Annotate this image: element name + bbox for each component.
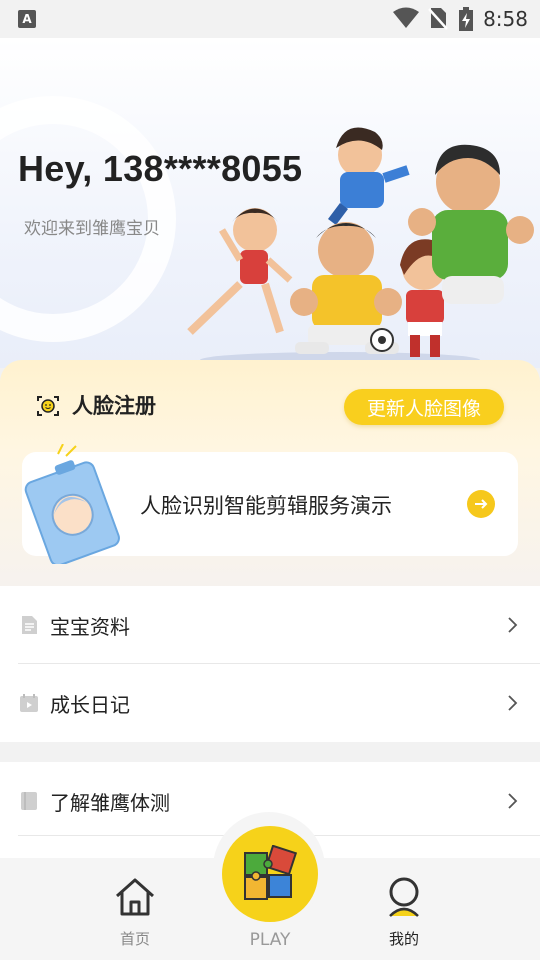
tab-home-label: 首页 xyxy=(119,930,150,948)
puzzle-icon xyxy=(244,845,298,900)
cartoon-athletes-illustration xyxy=(187,127,534,368)
menu-item-baby-profile[interactable]: 宝宝资料 xyxy=(0,586,540,664)
chevron-right-icon xyxy=(508,695,518,711)
arrow-right-circle-icon xyxy=(467,490,495,518)
user-icon xyxy=(389,877,419,917)
menu-group-baby: 宝宝资料 成长日记 xyxy=(0,586,540,742)
status-bar: A 8:58 xyxy=(0,0,540,38)
menu-label: 宝宝资料 xyxy=(50,614,130,639)
tab-home[interactable]: 首页 xyxy=(75,858,195,960)
battery-charging-icon xyxy=(459,7,473,31)
chevron-right-icon xyxy=(508,793,518,809)
chevron-right-icon xyxy=(508,617,518,633)
clock-time: 8:58 xyxy=(483,7,528,31)
update-face-image-button[interactable]: 更新人脸图像 xyxy=(344,389,504,425)
tab-mine-label: 我的 xyxy=(388,930,419,948)
face-recognition-demo-card[interactable]: 人脸识别智能剪辑服务演示 xyxy=(22,444,518,564)
tab-mine[interactable]: 我的 xyxy=(344,858,464,960)
welcome-subtitle: 欢迎来到雏鹰宝贝 xyxy=(24,219,160,239)
play-button[interactable] xyxy=(222,826,318,922)
face-registration-title: 人脸注册 xyxy=(72,394,156,418)
calendar-icon xyxy=(20,694,38,712)
face-scan-icon xyxy=(37,396,59,416)
face-recognition-demo-label: 人脸识别智能剪辑服务演示 xyxy=(140,494,392,518)
play-label: PLAY xyxy=(249,930,291,950)
face-registration-card: 人脸注册 更新人脸图像 人脸识别智能剪辑服务演示 xyxy=(0,360,540,590)
menu-item-growth-diary[interactable]: 成长日记 xyxy=(0,664,540,742)
notification-a-icon: A xyxy=(18,10,36,28)
book-icon xyxy=(21,792,37,810)
face-id-card-illustration xyxy=(24,444,120,564)
home-icon xyxy=(116,878,154,916)
document-icon xyxy=(22,616,37,634)
no-sim-icon xyxy=(428,8,448,30)
menu-label: 了解雏鹰体测 xyxy=(50,790,170,815)
menu-label: 成长日记 xyxy=(50,692,130,717)
wifi-icon xyxy=(393,7,419,28)
profile-header: Hey, 138****8055 欢迎来到雏鹰宝贝 xyxy=(0,38,540,368)
